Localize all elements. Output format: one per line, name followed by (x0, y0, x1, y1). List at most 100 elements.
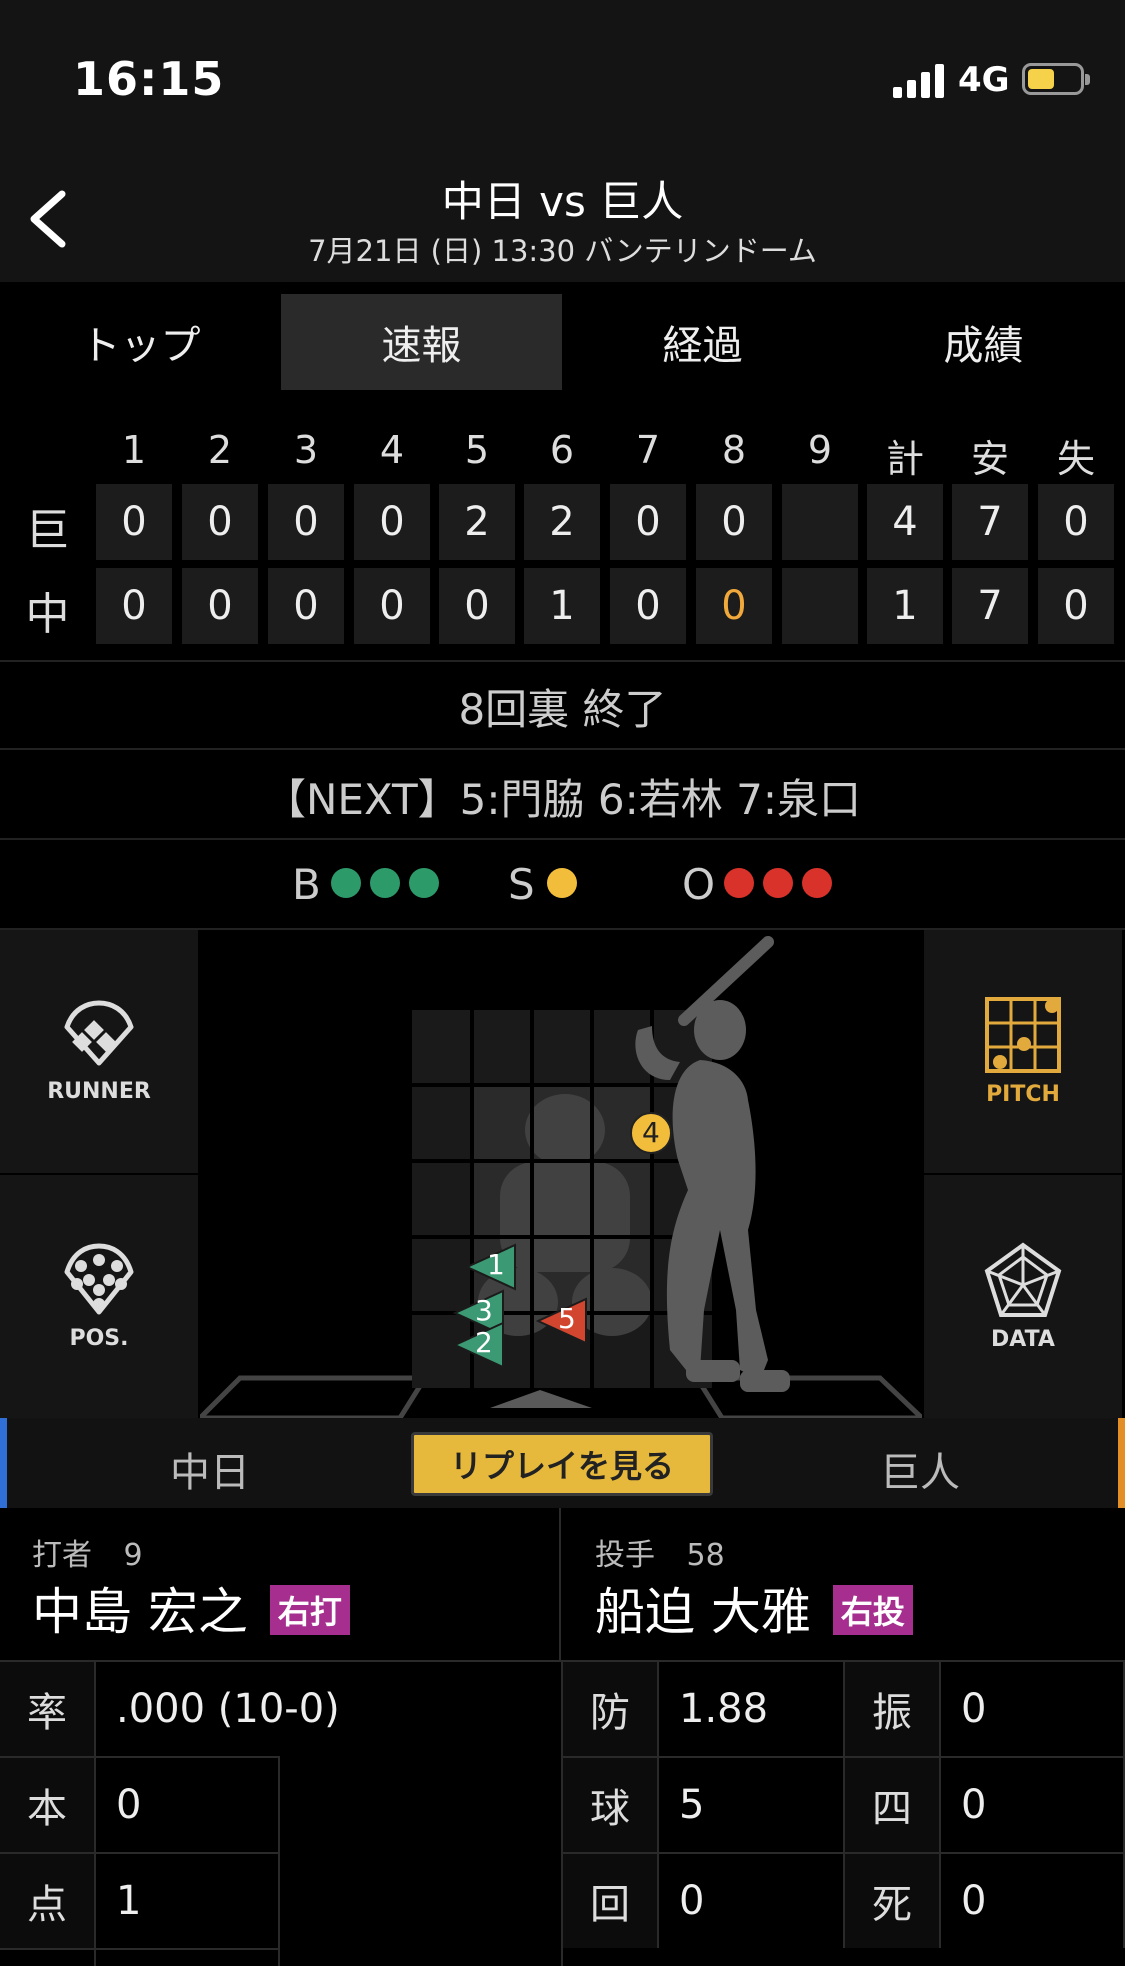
ball-dot (370, 868, 400, 898)
stat-value: 0 (941, 1660, 1125, 1756)
stat-value: 1 (96, 1852, 280, 1948)
scoreboard-column-header: 8 (721, 428, 747, 472)
total-cell: 4 (867, 484, 943, 560)
stat-value: 0 (659, 1852, 845, 1948)
stat-value: 0 (941, 1852, 1125, 1948)
replay-button[interactable]: リプレイを見る (411, 1432, 713, 1496)
batters-box-right (692, 1375, 922, 1418)
inning-score-cell: 0 (439, 568, 515, 644)
batter-name: 中島 宏之 (32, 1583, 248, 1641)
ball-dot (331, 868, 361, 898)
tab-progress[interactable]: 経過 (562, 294, 843, 390)
strike-dot (547, 868, 577, 898)
strike-zone-view: 41325 (200, 930, 922, 1418)
inning-score-cell: 0 (610, 568, 686, 644)
runner-button[interactable]: RUNNER (0, 930, 198, 1173)
inning-score-cell: 1 (524, 568, 600, 644)
battery-icon (1022, 63, 1090, 95)
stat-value: 1.88 (659, 1660, 845, 1756)
tab-top[interactable]: トップ (0, 294, 281, 390)
scoreboard-team-label: 巨 (25, 505, 70, 556)
position-label: POS. (69, 1326, 129, 1351)
batter-card[interactable]: 打者 9 中島 宏之 右打 (0, 1508, 561, 1660)
total-cell: 0 (1038, 484, 1114, 560)
inning-score-cell: 0 (96, 484, 172, 560)
inning-score-cell: 2 (524, 484, 600, 560)
stat-key: 死 (845, 1852, 941, 1948)
pitcher-card[interactable]: 投手 58 船迫 大雅 右投 (563, 1508, 1125, 1660)
total-cell: 1 (867, 568, 943, 644)
batter-number: 9 (123, 1538, 143, 1573)
batter-role: 打者 9 (32, 1530, 143, 1574)
total-cell: 7 (952, 568, 1028, 644)
inning-score-cell: 0 (696, 568, 772, 644)
pitch-marker[interactable]: 2 (452, 1320, 504, 1369)
scoreboard-team-label: 中 (25, 589, 70, 640)
total-cell: 7 (952, 484, 1028, 560)
divider (0, 838, 1125, 840)
status-time: 16:15 (73, 52, 225, 106)
home-team-tab[interactable]: 中日 (170, 1440, 250, 1498)
team-bar: 中日 リプレイを見る 巨人 (0, 1418, 1125, 1508)
pitcher-number: 58 (686, 1538, 725, 1573)
inning-score-cell: 0 (696, 484, 772, 560)
stat-value: .000 (10-0) (96, 1660, 563, 1756)
away-team-tab[interactable]: 巨人 (880, 1440, 960, 1498)
out-dot (802, 868, 832, 898)
ball-dot (409, 868, 439, 898)
scoreboard-column-header: 7 (635, 428, 661, 472)
scoreboard-column-header: 2 (207, 428, 233, 472)
pitch-button[interactable]: PITCH (924, 930, 1122, 1173)
inning-score-cell: 0 (354, 568, 430, 644)
position-button[interactable]: POS. (0, 1175, 198, 1418)
total-cell: 0 (1038, 568, 1114, 644)
inning-score-cell: 0 (268, 568, 344, 644)
pitch-number: 2 (475, 1326, 493, 1359)
balls-label: B (292, 860, 321, 909)
scoreboard-column-header: 4 (379, 428, 405, 472)
stats-table: 率 .000 (10-0) 本 0 点 1 防 1.88 振 0 球 5 四 0… (0, 1660, 1125, 1966)
tab-stats[interactable]: 成績 (843, 294, 1124, 390)
stat-key: 率 (0, 1660, 96, 1756)
tab-bar: トップ 速報 経過 成績 (0, 282, 1125, 400)
out-dot (724, 868, 754, 898)
runner-label: RUNNER (47, 1079, 151, 1104)
stat-key: 四 (845, 1756, 941, 1852)
diamond-icon (64, 1000, 134, 1066)
inning-score-cell (782, 568, 858, 644)
stat-key: 本 (0, 1756, 96, 1852)
tab-live[interactable]: 速報 (281, 294, 562, 390)
stat-spacer (96, 1948, 280, 1966)
away-team-color (1118, 1418, 1125, 1508)
pitcher-role: 投手 58 (595, 1530, 725, 1574)
scoreboard-column-header: 1 (121, 428, 147, 472)
stat-value: 0 (941, 1756, 1125, 1852)
fielders-icon (64, 1243, 134, 1315)
divider (0, 660, 1125, 662)
scoreboard-column-header: 失 (1056, 437, 1095, 481)
pitch-marker[interactable]: 5 (535, 1296, 587, 1345)
pitch-marker[interactable]: 4 (628, 1110, 674, 1156)
outs-label: O (682, 860, 716, 909)
scoreboard-column-header: 9 (807, 428, 833, 472)
inning-score-cell: 0 (96, 568, 172, 644)
match-title: 中日 vs 巨人 (441, 177, 684, 226)
pitcher-hand-badge: 右投 (832, 1584, 913, 1635)
match-subtitle: 7月21日 (日) 13:30 バンテリンドーム (308, 234, 817, 268)
inning-score-cell: 0 (182, 568, 258, 644)
inning-score-cell: 0 (268, 484, 344, 560)
game-header: 中日 vs 巨人 7月21日 (日) 13:30 バンテリンドーム (0, 150, 1125, 282)
home-plate (490, 1390, 592, 1408)
stat-key: 球 (563, 1756, 659, 1852)
signal-icon (893, 64, 945, 98)
scoreboard-column-header: 3 (293, 428, 319, 472)
pitch-field: RUNNER POS. PITCH DATA 4 1 3 2 5 (0, 930, 1125, 1418)
batters-box-left (200, 1375, 430, 1418)
stat-key: 防 (563, 1660, 659, 1756)
out-dot (763, 868, 793, 898)
stat-key: 点 (0, 1852, 96, 1948)
data-button[interactable]: DATA (924, 1175, 1122, 1418)
stat-value: 5 (659, 1756, 845, 1852)
stat-spacer (0, 1948, 96, 1966)
pitch-marker[interactable]: 1 (464, 1242, 516, 1291)
